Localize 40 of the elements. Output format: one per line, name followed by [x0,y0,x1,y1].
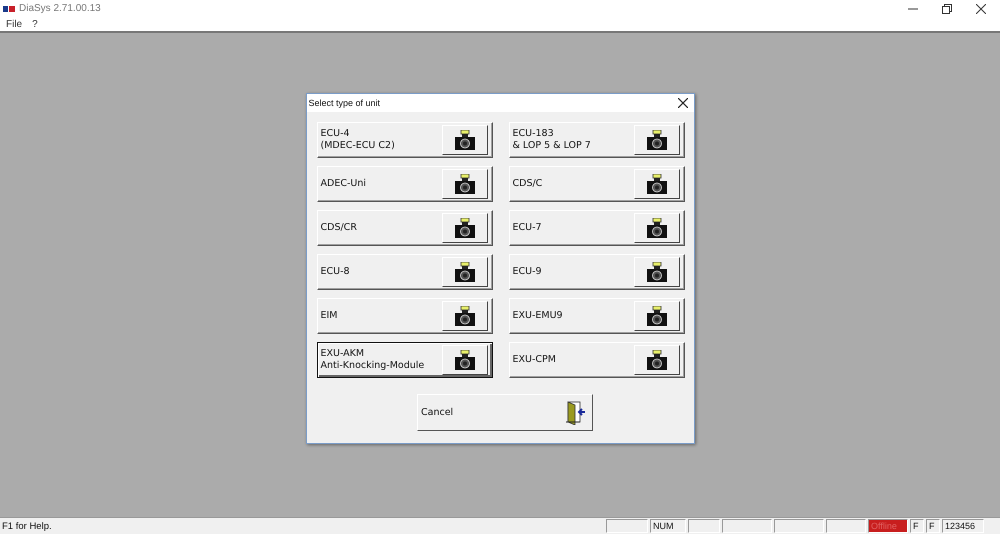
unit-button[interactable]: ECU-7 [508,210,684,246]
menu-item[interactable]: File [6,18,22,30]
camera-icon [454,350,474,370]
camera-icon [646,130,666,150]
unit-button[interactable]: EXU-EMU9 [508,298,684,334]
camera-icon [454,174,474,194]
camera-icon [646,262,666,282]
unit-button[interactable]: EXU-CPM [508,342,684,378]
status-pane: F [910,519,924,533]
window-title: DiaSys 2.71.00.13 [19,3,101,14]
exit-door-icon [566,400,588,424]
dialog-title: Select type of unit [308,98,380,108]
status-pane: F [926,519,940,533]
camera-icon [454,218,474,238]
camera-icon [454,306,474,326]
status-pane: Offline [868,519,908,533]
unit-button[interactable]: EXU-AKM Anti-Knocking-Module [316,342,492,378]
unit-button[interactable]: ECU-8 [316,254,492,290]
app-logo-icon [3,4,15,12]
menu-item[interactable]: ? [32,18,38,30]
unit-button[interactable]: EIM [316,298,492,334]
unit-button[interactable]: ADEC-Uni [316,166,492,202]
camera-icon [646,174,666,194]
status-pane: NUM [650,519,686,533]
unit-button[interactable]: ECU-4 (MDEC-ECU C2) [316,122,492,158]
restore-icon[interactable] [942,4,952,14]
unit-button[interactable]: ECU-9 [508,254,684,290]
camera-icon [454,130,474,150]
status-pane: 123456 [942,519,984,533]
close-icon[interactable] [976,4,986,14]
camera-icon [454,262,474,282]
unit-button[interactable]: CDS/CR [316,210,492,246]
status-text: F1 for Help. [1,520,52,532]
unit-button[interactable]: ECU-183 & LOP 5 & LOP 7 [508,122,684,158]
close-icon[interactable] [678,98,688,108]
camera-icon [646,306,666,326]
camera-icon [646,218,666,238]
cancel-button[interactable]: Cancel [417,394,593,431]
unit-button[interactable]: CDS/C [508,166,684,202]
camera-icon [646,350,666,370]
